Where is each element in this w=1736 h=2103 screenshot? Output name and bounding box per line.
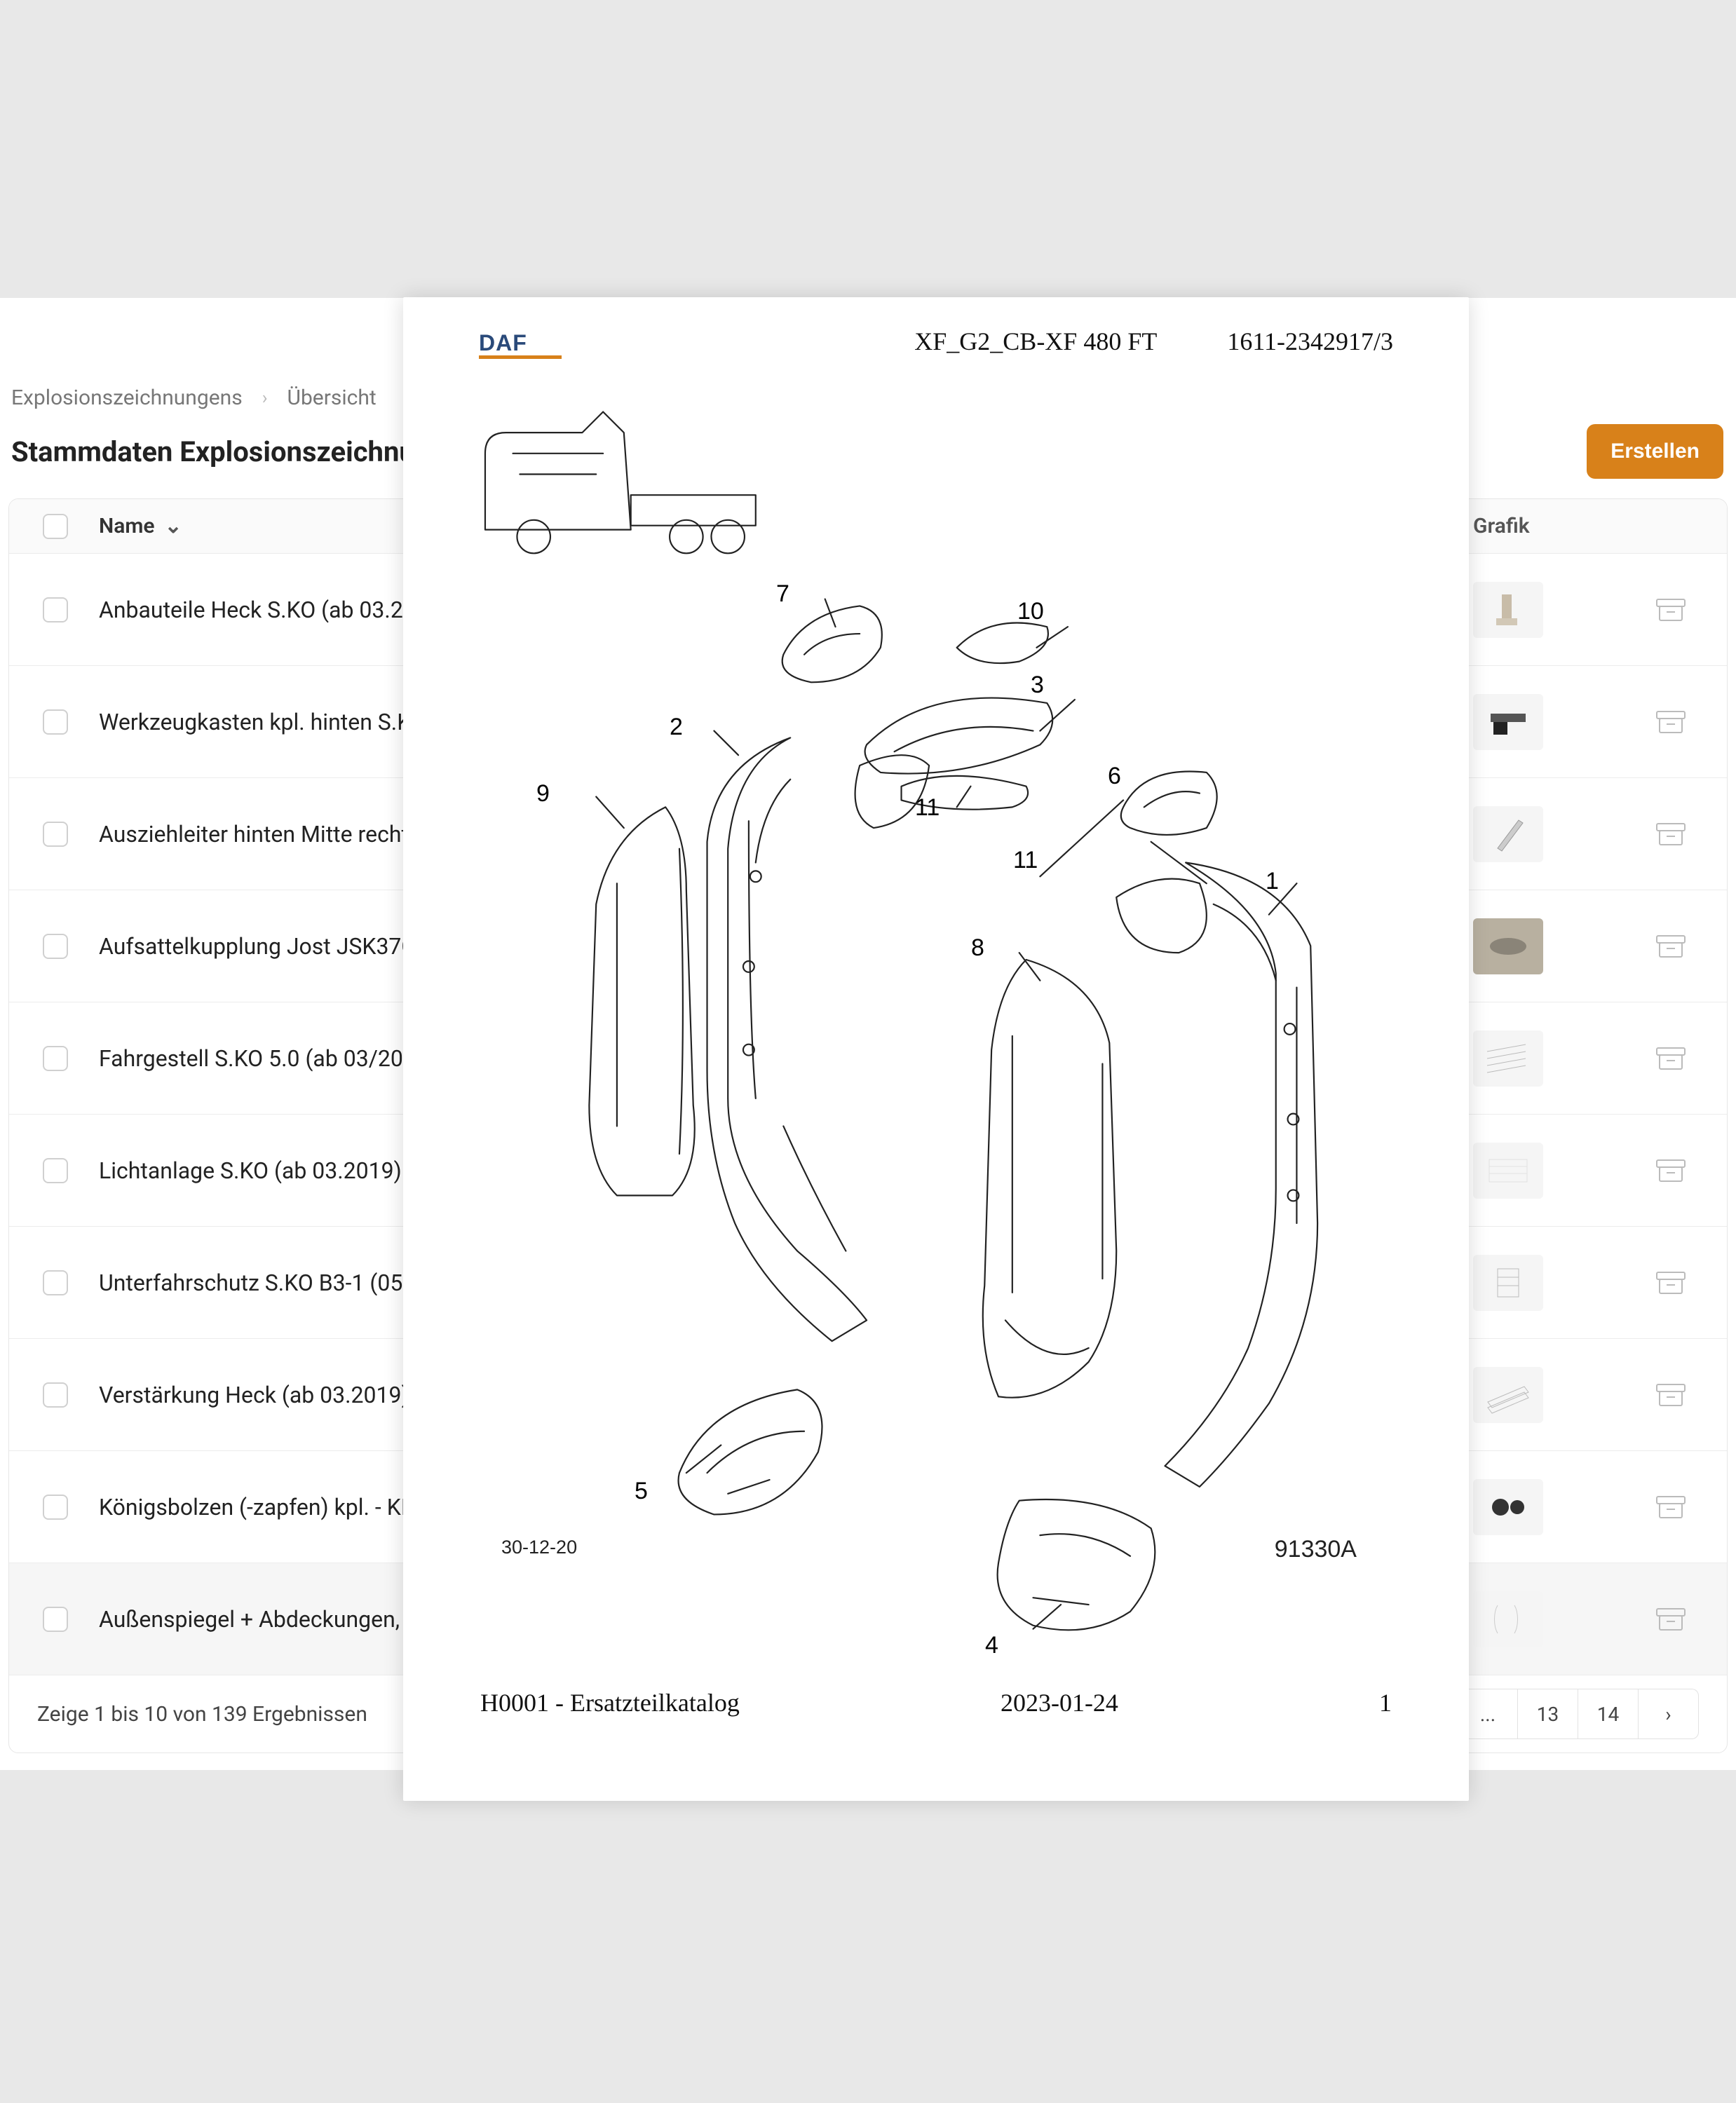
archive-icon[interactable] xyxy=(1655,821,1686,848)
exploded-view-drawing xyxy=(452,377,1420,1674)
callout-number: 10 xyxy=(1017,598,1044,625)
breadcrumb-current: Übersicht xyxy=(287,386,377,410)
callout-number: 5 xyxy=(635,1478,648,1505)
callout-number: 3 xyxy=(1031,672,1044,699)
row-thumbnail[interactable] xyxy=(1473,1255,1543,1311)
row-checkbox[interactable] xyxy=(43,1158,68,1183)
archive-icon[interactable] xyxy=(1655,1606,1686,1633)
create-button[interactable]: Erstellen xyxy=(1587,424,1723,479)
archive-icon[interactable] xyxy=(1655,709,1686,735)
archive-icon[interactable] xyxy=(1655,933,1686,960)
pagination-next[interactable]: › xyxy=(1639,1689,1699,1739)
row-checkbox[interactable] xyxy=(43,1270,68,1295)
callout-number: 11 xyxy=(915,794,940,822)
document-preview[interactable]: DAF XF_G2_CB-XF 480 FT 1611-2342917/3 xyxy=(403,297,1469,1801)
row-thumbnail[interactable] xyxy=(1473,694,1543,750)
document-footer: H0001 - Ersatzteilkatalog 2023-01-24 1 xyxy=(403,1688,1469,1717)
document-small-date: 30-12-20 xyxy=(501,1537,577,1558)
pagination-page[interactable]: 14 xyxy=(1578,1689,1639,1739)
brand-logo-text: DAF xyxy=(479,332,562,354)
row-checkbox[interactable] xyxy=(43,1607,68,1632)
row-checkbox[interactable] xyxy=(43,1046,68,1071)
results-count: Zeige 1 bis 10 von 139 Ergebnissen xyxy=(37,1702,367,1727)
breadcrumb-root[interactable]: Explosionszeichnungens xyxy=(11,386,243,410)
row-checkbox[interactable] xyxy=(43,1382,68,1408)
archive-icon[interactable] xyxy=(1655,1045,1686,1072)
document-footer-date: 2023-01-24 xyxy=(1001,1688,1118,1717)
row-checkbox[interactable] xyxy=(43,822,68,847)
callout-number: 11 xyxy=(1013,847,1038,874)
archive-icon[interactable] xyxy=(1655,1270,1686,1296)
column-header-name-label: Name xyxy=(99,514,155,538)
row-thumbnail[interactable] xyxy=(1473,1143,1543,1199)
row-thumbnail[interactable] xyxy=(1473,1479,1543,1535)
row-checkbox[interactable] xyxy=(43,934,68,959)
archive-icon[interactable] xyxy=(1655,1157,1686,1184)
pagination-page[interactable]: 13 xyxy=(1518,1689,1578,1739)
document-title: XF_G2_CB-XF 480 FT xyxy=(914,327,1157,356)
archive-icon[interactable] xyxy=(1655,1382,1686,1408)
row-checkbox[interactable] xyxy=(43,597,68,622)
document-body: 7 10 3 11 6 2 9 11 1 8 5 4 30-12-20 9133… xyxy=(403,356,1469,1688)
callout-number: 8 xyxy=(971,934,984,962)
row-thumbnail[interactable] xyxy=(1473,1591,1543,1647)
column-header-grafik-label: Grafik xyxy=(1473,514,1530,538)
sort-asc-icon: ⌄ xyxy=(165,514,182,538)
callout-number: 7 xyxy=(776,580,789,608)
row-thumbnail[interactable] xyxy=(1473,918,1543,974)
row-thumbnail[interactable] xyxy=(1473,1030,1543,1087)
archive-icon[interactable] xyxy=(1655,597,1686,623)
document-header: DAF XF_G2_CB-XF 480 FT 1611-2342917/3 xyxy=(403,297,1469,356)
row-thumbnail[interactable] xyxy=(1473,1367,1543,1423)
callout-number: 1 xyxy=(1266,868,1279,895)
callout-number: 4 xyxy=(985,1632,998,1659)
callout-number: 6 xyxy=(1108,763,1121,790)
select-all-checkbox[interactable] xyxy=(43,514,68,539)
chevron-right-icon: › xyxy=(262,388,268,409)
document-footer-page: 1 xyxy=(1379,1688,1392,1717)
column-header-grafik[interactable]: Grafik xyxy=(1467,514,1636,538)
chevron-right-icon: › xyxy=(1665,1703,1671,1726)
archive-icon[interactable] xyxy=(1655,1494,1686,1520)
row-thumbnail[interactable] xyxy=(1473,806,1543,862)
row-checkbox[interactable] xyxy=(43,709,68,735)
row-thumbnail[interactable] xyxy=(1473,582,1543,638)
document-reference: 1611-2342917/3 xyxy=(1227,327,1393,356)
pagination: ... 13 14 › xyxy=(1458,1689,1699,1739)
callout-number: 2 xyxy=(670,714,683,741)
document-ref-code: 91330A xyxy=(1275,1536,1357,1563)
row-checkbox[interactable] xyxy=(43,1495,68,1520)
callout-number: 9 xyxy=(536,780,550,808)
brand-logo: DAF xyxy=(479,332,562,351)
document-footer-left: H0001 - Ersatzteilkatalog xyxy=(480,1688,740,1717)
